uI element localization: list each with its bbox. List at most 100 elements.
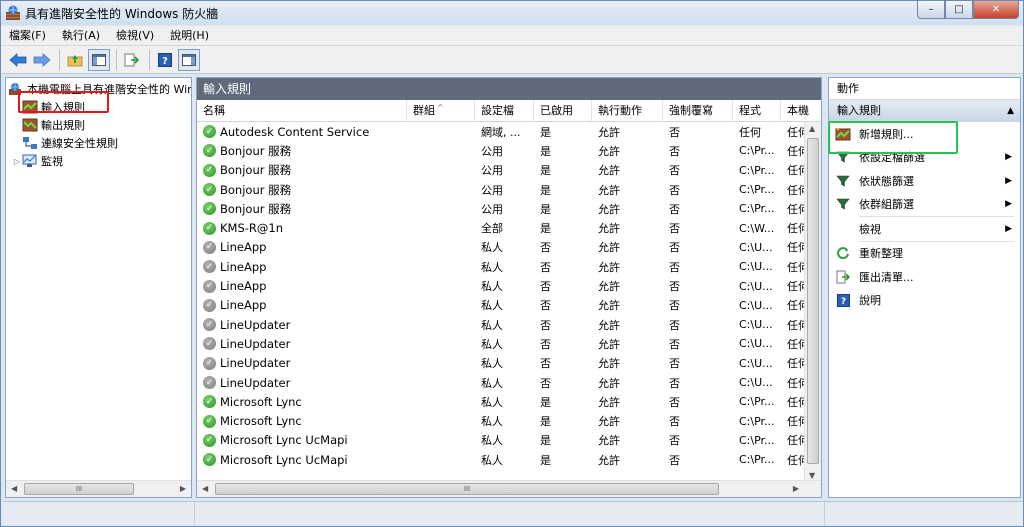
cell-program: C:\Pr...	[739, 395, 775, 409]
tree-item-label: 輸出規則	[41, 119, 85, 132]
cell-override: 否	[669, 395, 680, 409]
menu-help[interactable]: 說明(H)	[162, 26, 217, 46]
tree-item-label: 監視	[41, 155, 63, 168]
rule-disabled-icon: ✓	[203, 318, 216, 332]
rule-disabled-icon: ✓	[203, 356, 216, 370]
svg-text:?: ?	[162, 56, 168, 67]
tree-item-outbound-rules[interactable]: 輸出規則	[8, 116, 191, 134]
menu-action[interactable]: 執行(A)	[54, 26, 108, 46]
cell-name: ✓ Microsoft Lync	[197, 414, 407, 428]
action-item[interactable]: 依群組篩選 ▶	[829, 193, 1020, 217]
tree-item-connection-security-rules[interactable]: 連線安全性規則	[8, 134, 191, 152]
cell-program: C:\U...	[739, 376, 773, 389]
status-cell	[825, 502, 1023, 525]
rule-name: Microsoft Lync	[220, 414, 302, 429]
table-row[interactable]: ✓ Microsoft Lync 私人是允許否 C:\Pr... 任何	[197, 411, 821, 430]
rule-disabled-icon: ✓	[203, 298, 216, 312]
table-row[interactable]: ✓ KMS-R@1n 全部是允許否 C:\W... 任何	[197, 218, 821, 237]
action-label: 依狀態篩選	[859, 174, 914, 188]
tree-item-monitoring[interactable]: ▷ 監視	[8, 152, 191, 170]
cell-profile: 全部	[481, 222, 503, 236]
scroll-right-icon[interactable]: ▶	[180, 484, 186, 493]
action-item[interactable]: 檢視 ▶	[829, 217, 1020, 241]
table-row[interactable]: ✓ LineApp 私人否允許否 C:\U... 任何	[197, 257, 821, 276]
scroll-right-icon[interactable]: ▶	[793, 484, 799, 493]
table-row[interactable]: ✓ Microsoft Lync 私人是允許否 C:\Pr... 任何	[197, 392, 821, 411]
rule-enabled-icon: ✓	[203, 433, 216, 447]
table-row[interactable]: ✓ LineUpdater 私人否允許否 C:\U... 任何	[197, 354, 821, 373]
scroll-down-icon[interactable]: ▼	[809, 471, 815, 480]
action-item[interactable]: 依狀態篩選 ▶	[829, 169, 1020, 193]
column-header-local[interactable]: 本機	[781, 100, 821, 121]
title-bar[interactable]: 具有進階安全性的 Windows 防火牆 – □ ✕	[1, 1, 1023, 25]
rules-vertical-scrollbar[interactable]: ▲ ▼	[804, 122, 821, 482]
cell-name: ✓ Microsoft Lync UcMapi	[197, 433, 407, 447]
rules-horizontal-scrollbar[interactable]: ◀ III ▶	[197, 480, 821, 497]
column-headers: 名稱 群組 ^ 設定檔 已啟用 執行動作 強制覆寫 程式 本機	[197, 100, 821, 122]
column-header-override[interactable]: 強制覆寫	[663, 100, 733, 121]
collapse-icon[interactable]: ▲	[1007, 100, 1014, 122]
close-button[interactable]: ✕	[973, 1, 1019, 19]
action-item[interactable]: ? 說明	[829, 289, 1020, 313]
action-item[interactable]: 重新整理	[829, 242, 1020, 266]
column-header-program[interactable]: 程式	[733, 100, 781, 121]
table-row[interactable]: ✓ Microsoft Lync UcMapi 私人是允許否 C:\Pr... 任何	[197, 431, 821, 450]
tree-scroll-thumb[interactable]: III	[24, 483, 134, 495]
table-row[interactable]: ✓ LineApp 私人否允許否 C:\U... 任何	[197, 276, 821, 295]
up-folder-button[interactable]	[64, 49, 86, 71]
cell-program: C:\U...	[739, 260, 773, 274]
column-header-action[interactable]: 執行動作	[592, 100, 663, 121]
cell-program: C:\U...	[739, 318, 773, 332]
table-row[interactable]: ✓ LineUpdater 私人否允許否 C:\U... 任何	[197, 334, 821, 353]
column-header-profile[interactable]: 設定檔	[475, 100, 534, 121]
scroll-up-icon[interactable]: ▲	[809, 124, 815, 133]
firewall-app-icon	[6, 5, 20, 20]
menu-file[interactable]: 檔案(F)	[1, 26, 54, 46]
rule-name: LineUpdater	[220, 356, 291, 371]
show-hide-tree-button[interactable]	[88, 48, 110, 71]
arrow-left-icon	[9, 52, 27, 67]
scroll-left-icon[interactable]: ◀	[202, 484, 208, 493]
cell-action: 允許	[598, 202, 620, 216]
table-row[interactable]: ✓ Microsoft Lync UcMapi 私人是允許否 C:\Pr... 任何	[197, 450, 821, 469]
maximize-button[interactable]: □	[945, 1, 973, 19]
tree-horizontal-scrollbar[interactable]: ◀ III ▶	[6, 480, 191, 497]
rule-disabled-icon: ✓	[203, 376, 216, 389]
action-label: 檢視	[859, 222, 881, 236]
cell-override: 否	[669, 357, 680, 371]
table-row[interactable]: ✓ Bonjour 服務 公用是允許否 C:\Pr... 任何	[197, 161, 821, 180]
table-row[interactable]: ✓ Bonjour 服務 公用是允許否 C:\Pr... 任何	[197, 199, 821, 218]
column-header-enabled[interactable]: 已啟用	[534, 100, 592, 121]
scroll-left-icon[interactable]: ◀	[11, 484, 17, 493]
table-row[interactable]: ✓ LineApp 私人否允許否 C:\U... 任何	[197, 296, 821, 315]
back-button[interactable]	[7, 49, 29, 71]
action-item[interactable]: 匯出清單...	[829, 265, 1020, 289]
cell-program: C:\Pr...	[739, 163, 775, 177]
table-row[interactable]: ✓ LineUpdater 私人否允許否 C:\U... 任何	[197, 373, 821, 392]
rules-hscroll-thumb[interactable]: III	[215, 483, 719, 495]
cell-name: ✓ KMS-R@1n	[197, 221, 407, 235]
minimize-button[interactable]: –	[917, 1, 945, 19]
menu-view[interactable]: 檢視(V)	[108, 26, 162, 46]
cell-name: ✓ Microsoft Lync	[197, 395, 407, 409]
cell-enabled: 否	[540, 376, 551, 390]
table-row[interactable]: ✓ Autodesk Content Service 網域, ... 是允許否任何 任何	[197, 122, 821, 141]
show-hide-action-pane-button[interactable]	[178, 48, 200, 71]
cell-program: C:\U...	[739, 337, 773, 351]
help-button[interactable]: ?	[154, 49, 176, 71]
expand-icon[interactable]: ▷	[12, 157, 22, 166]
table-row[interactable]: ✓ Bonjour 服務 公用是允許否 C:\Pr... 任何	[197, 180, 821, 199]
cell-action: 允許	[598, 434, 620, 448]
actions-group-inbound-rules[interactable]: 輸入規則 ▲	[829, 100, 1020, 122]
table-row[interactable]: ✓ Bonjour 服務 公用是允許否 C:\Pr... 任何	[197, 141, 821, 160]
column-header-name[interactable]: 名稱	[197, 100, 407, 121]
export-list-button[interactable]	[121, 49, 143, 71]
table-row[interactable]: ✓ LineUpdater 私人否允許否 C:\U... 任何	[197, 315, 821, 334]
rule-name: Microsoft Lync UcMapi	[220, 452, 348, 467]
rules-vscroll-thumb[interactable]	[807, 138, 819, 464]
table-row[interactable]: ✓ LineApp 私人否允許否 C:\U... 任何	[197, 238, 821, 257]
forward-button[interactable]	[31, 49, 53, 71]
rules-list-pane: 輸入規則 名稱 群組 ^ 設定檔 已啟用 執行動作 強制覆寫 程式 本機 ✓ Aut…	[196, 77, 822, 498]
cell-program: C:\U...	[739, 240, 773, 254]
column-header-group[interactable]: 群組 ^	[407, 100, 475, 121]
